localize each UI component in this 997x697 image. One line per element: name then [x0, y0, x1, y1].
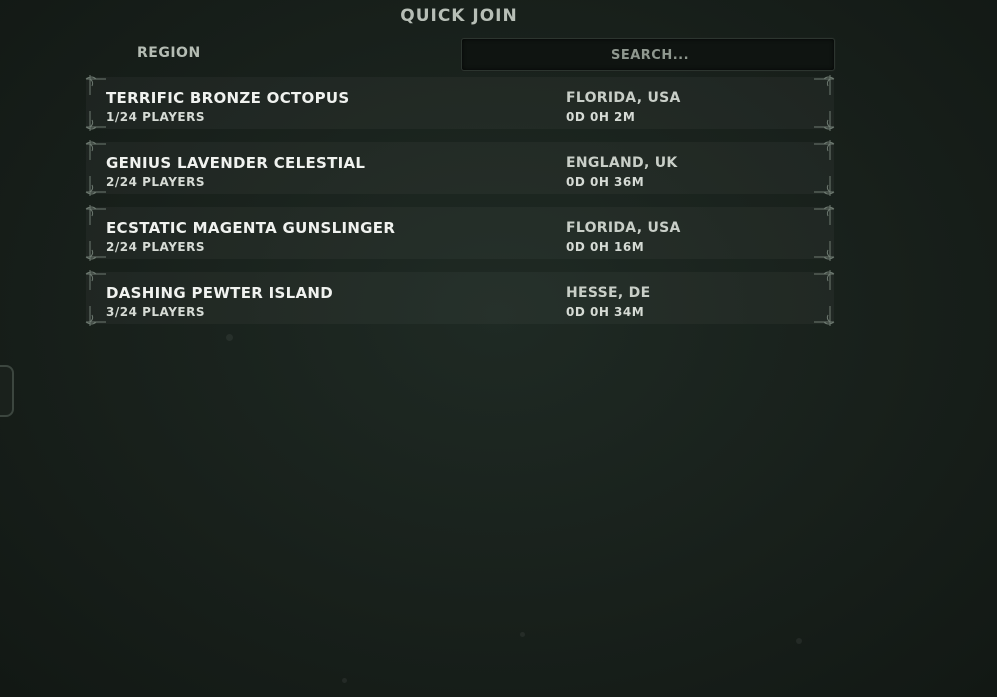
background-particle	[796, 638, 802, 644]
server-player-count: 2/24 PLAYERS	[106, 175, 205, 189]
server-row[interactable]: ECSTATIC MAGENTA GUNSLINGER 2/24 PLAYERS…	[85, 205, 835, 261]
server-uptime: 0D 0H 2M	[566, 110, 636, 124]
search-box[interactable]	[461, 38, 838, 72]
server-location: FLORIDA, USA	[566, 90, 681, 106]
server-location: HESSE, DE	[566, 285, 651, 301]
ornament-corner-icon	[814, 205, 835, 225]
background-particle	[226, 334, 233, 341]
background-particle	[342, 678, 347, 683]
server-name: GENIUS LAVENDER CELESTIAL	[106, 154, 366, 172]
ornament-corner-icon	[814, 111, 835, 131]
page-title: QUICK JOIN	[400, 6, 518, 26]
server-uptime: 0D 0H 34M	[566, 305, 645, 319]
ornament-corner-icon	[814, 176, 835, 196]
server-location: FLORIDA, USA	[566, 220, 681, 236]
server-player-count: 3/24 PLAYERS	[106, 305, 205, 319]
server-player-count: 2/24 PLAYERS	[106, 240, 205, 254]
server-row[interactable]: TERRIFIC BRONZE OCTOPUS 1/24 PLAYERS FLO…	[85, 75, 835, 131]
server-row[interactable]: GENIUS LAVENDER CELESTIAL 2/24 PLAYERS E…	[85, 140, 835, 196]
ornament-corner-icon	[814, 241, 835, 261]
ornament-corner-icon	[814, 140, 835, 160]
side-panel-handle[interactable]	[0, 365, 14, 417]
search-input[interactable]	[462, 39, 838, 72]
background-particle	[520, 632, 525, 637]
ornament-corner-icon	[814, 270, 835, 290]
server-name: DASHING PEWTER ISLAND	[106, 284, 333, 302]
server-location: ENGLAND, UK	[566, 155, 678, 171]
region-filter-button[interactable]: REGION	[137, 45, 201, 61]
server-uptime: 0D 0H 16M	[566, 240, 645, 254]
ornament-corner-icon	[814, 306, 835, 326]
server-player-count: 1/24 PLAYERS	[106, 110, 205, 124]
server-name: ECSTATIC MAGENTA GUNSLINGER	[106, 219, 396, 237]
server-list: TERRIFIC BRONZE OCTOPUS 1/24 PLAYERS FLO…	[85, 75, 835, 337]
server-name: TERRIFIC BRONZE OCTOPUS	[106, 89, 350, 107]
server-uptime: 0D 0H 36M	[566, 175, 645, 189]
server-row[interactable]: DASHING PEWTER ISLAND 3/24 PLAYERS HESSE…	[85, 270, 835, 326]
ornament-corner-icon	[814, 75, 835, 95]
